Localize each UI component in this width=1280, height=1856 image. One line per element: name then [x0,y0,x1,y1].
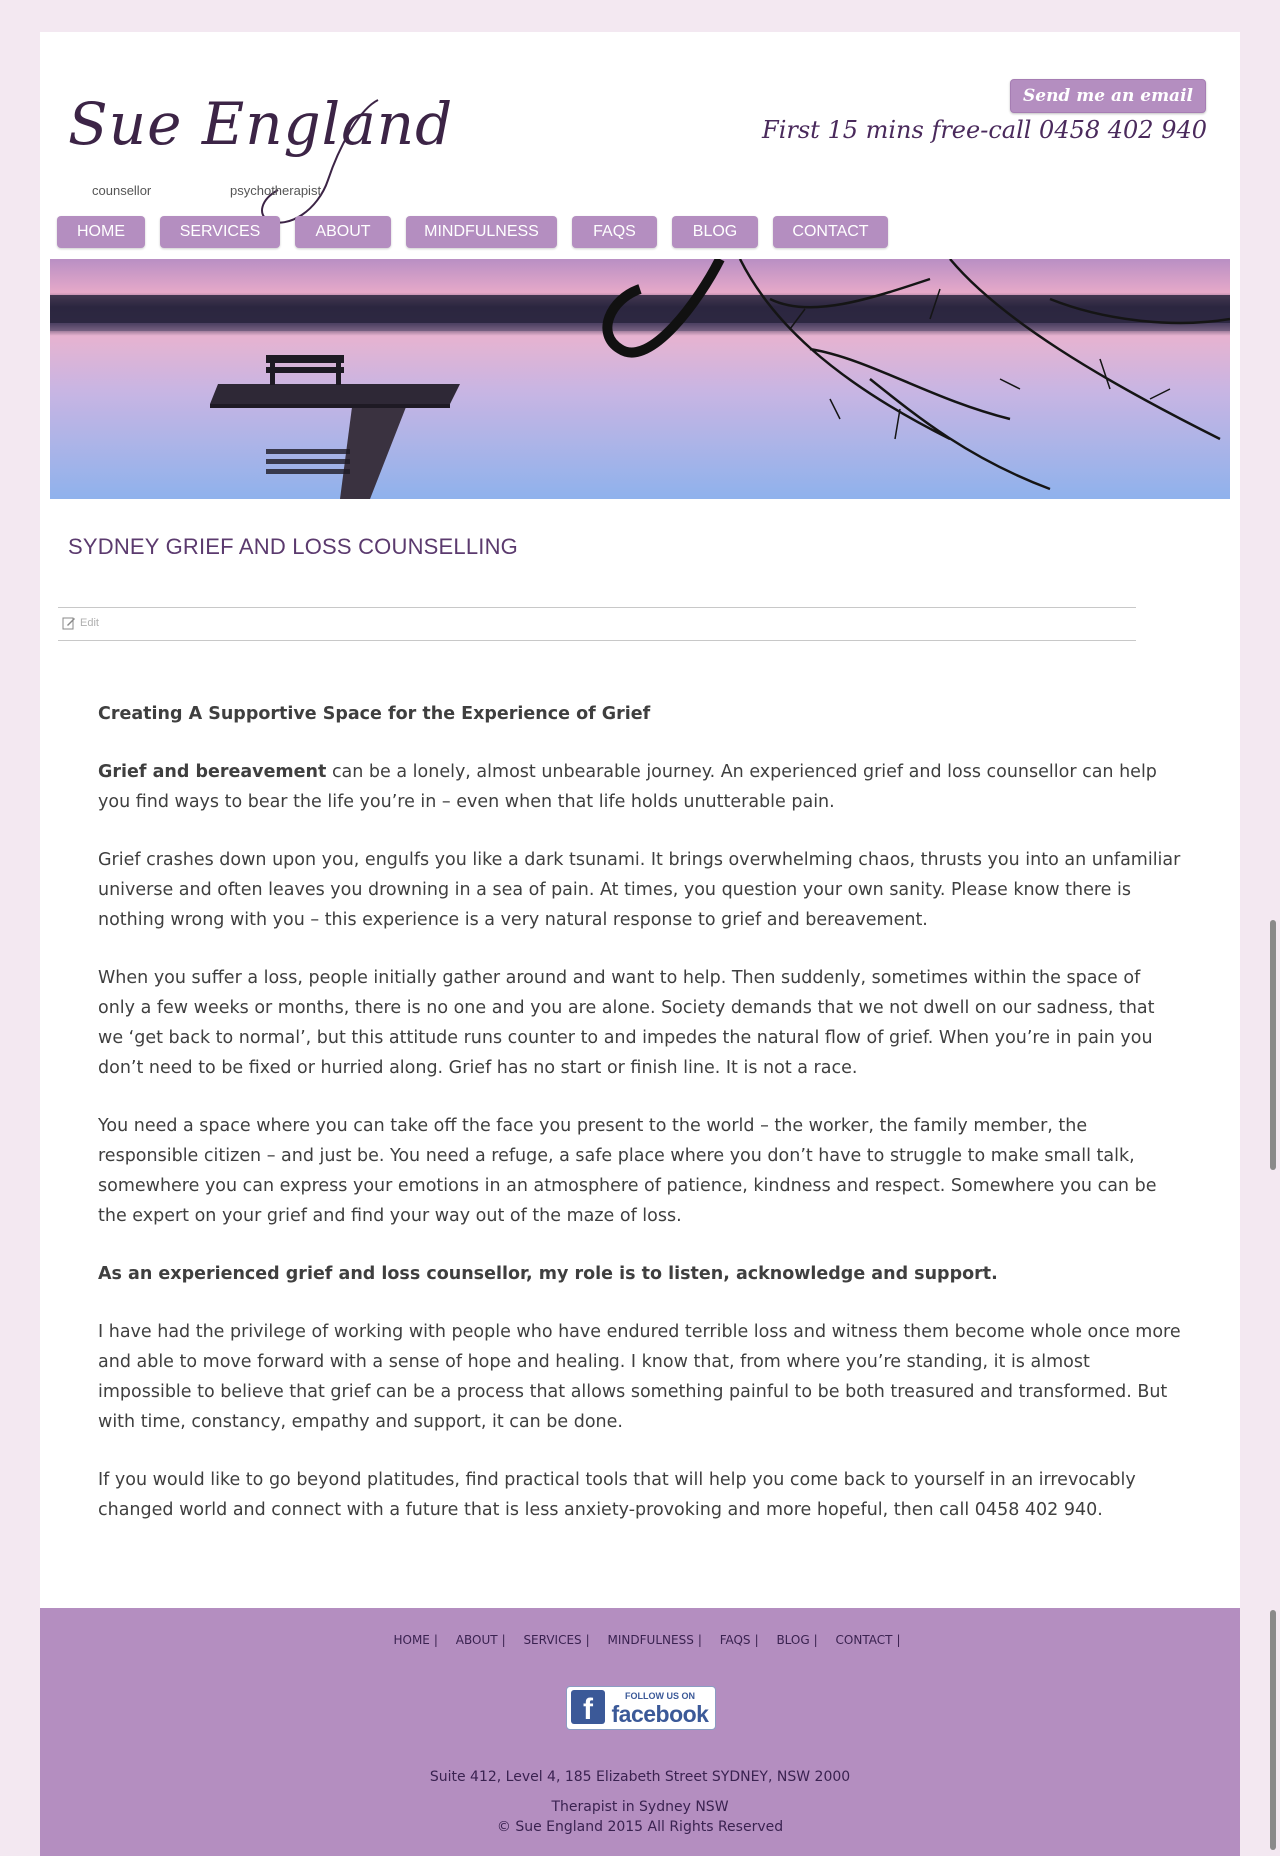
footer-nav-faqs[interactable]: FAQS [720,1633,751,1647]
paragraph-4: You need a space where you can take off … [98,1116,1157,1226]
logo-name: Sue England [68,90,454,158]
article-body: Creating A Supportive Space for the Expe… [98,699,1182,1553]
paragraph-7: If you would like to go beyond platitude… [98,1470,1136,1520]
footer-nav-services[interactable]: SERVICES [523,1633,581,1647]
page-title: SYDNEY GRIEF AND LOSS COUNSELLING [68,534,518,559]
footer-nav-home[interactable]: HOME [393,1633,429,1647]
phone-callout: First 15 mins free-call 0458 402 940 [762,116,1207,144]
hero-banner-image [50,259,1230,499]
footer-separator: | [754,1633,759,1647]
footer-separator: | [585,1633,590,1647]
paragraph-1: Grief and bereavement can be a lonely, a… [98,757,1182,817]
nav-services[interactable]: SERVICES [160,216,280,248]
nav-contact[interactable]: CONTACT [773,216,888,248]
footer-separator: | [813,1633,818,1647]
paragraph-2: Grief crashes down upon you, engulfs you… [98,850,1181,930]
facebook-follow-text: FOLLOW US ON [625,1691,695,1701]
edit-link[interactable]: Edit [80,617,99,629]
footer-nav-mindfulness[interactable]: MINDFULNESS [608,1633,694,1647]
logo-subtitle-counsellor: counsellor [92,183,152,198]
footer-separator: | [433,1633,438,1647]
footer-nav-blog[interactable]: BLOG [776,1633,809,1647]
footer-nav-about[interactable]: ABOUT [456,1633,498,1647]
footer-separator: | [501,1633,506,1647]
footer-separator: | [697,1633,702,1647]
facebook-follow-button[interactable]: f FOLLOW US ON facebook [566,1686,716,1730]
paragraph-1-bold: Grief and bereavement [98,762,327,782]
nav-home[interactable]: HOME [57,216,145,248]
scrollbar-thumb-secondary[interactable] [1270,1610,1276,1850]
send-email-button[interactable]: Send me an email [1009,79,1206,113]
main-nav: HOME SERVICES ABOUT MINDFULNESS FAQS BLO… [57,216,903,248]
content-heading-text: Creating A Supportive Space for the Expe… [98,704,651,724]
footer-separator: | [896,1633,901,1647]
paragraph-3: When you suffer a loss, people initially… [98,968,1155,1078]
nav-blog[interactable]: BLOG [672,216,758,248]
paragraph-5: As an experienced grief and loss counsel… [98,1259,1182,1289]
nav-mindfulness[interactable]: MINDFULNESS [406,216,557,248]
edit-bar: Edit [58,607,1136,641]
site-logo[interactable]: Sue England counsellor psychotherapist [68,80,452,230]
paragraph-5-bold: As an experienced grief and loss counsel… [98,1264,998,1284]
footer-address: Suite 412, Level 4, 185 Elizabeth Street… [429,1769,851,1785]
site-footer: HOME | ABOUT | SERVICES | MINDFULNESS | FAQS… [40,1608,1240,1856]
footer-tagline[interactable]: Therapist in Sydney NSW [40,1799,1240,1815]
paragraph-6: I have had the privilege of working with… [98,1322,1181,1432]
scrollbar-thumb[interactable] [1270,920,1276,1170]
facebook-logo-icon: f [571,1690,605,1726]
footer-nav-contact[interactable]: CONTACT [836,1633,893,1647]
nav-about[interactable]: ABOUT [295,216,391,248]
footer-copyright: © Sue England 2015 All Rights Reserved [496,1819,784,1835]
logo-subtitle-psychotherapist: psychotherapist [230,183,322,198]
content-heading: Creating A Supportive Space for the Expe… [98,699,1182,729]
nav-faqs[interactable]: FAQS [572,216,657,248]
lake-jetty-image [50,259,1230,499]
edit-icon[interactable] [62,616,76,630]
facebook-wordmark: facebook [611,1701,709,1727]
page-container: Sue England counsellor psychotherapist S… [40,32,1240,1856]
footer-nav: HOME | ABOUT | SERVICES | MINDFULNESS | FAQS… [40,1633,1240,1647]
